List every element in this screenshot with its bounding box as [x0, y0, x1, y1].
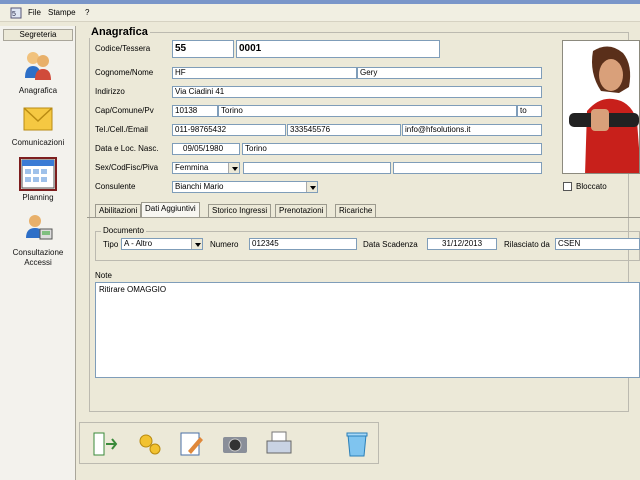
menu-bar: 5 File Stampe ? — [0, 4, 640, 22]
documento-title: Documento — [101, 226, 146, 235]
codice-prefix-field[interactable]: 55 — [172, 40, 234, 58]
sidebar-item-planning[interactable]: Planning — [0, 157, 76, 202]
tipo-value: A - Altro — [124, 239, 153, 248]
chevron-down-icon[interactable] — [306, 182, 317, 192]
tab-dati-aggiuntivi[interactable]: Dati Aggiuntivi — [141, 202, 200, 217]
envelope-icon — [23, 107, 53, 131]
tab-abilitazioni[interactable]: Abilitazioni — [95, 204, 142, 217]
chevron-down-icon[interactable] — [191, 239, 202, 249]
data-nascita-field[interactable]: 09/05/1980 — [172, 143, 240, 155]
cap-label: Cap/Comune/Pv — [95, 106, 154, 115]
anagrafica-title: Anagrafica — [89, 26, 150, 38]
calendar-icon — [19, 157, 57, 191]
consulente-select[interactable]: Bianchi Mario — [172, 181, 318, 193]
menu-file[interactable]: File — [28, 8, 41, 17]
bloccato-checkbox[interactable] — [563, 182, 572, 191]
codfisc-field[interactable] — [243, 162, 391, 174]
indirizzo-label: Indirizzo — [95, 87, 125, 96]
access-terminal-icon — [26, 215, 53, 240]
sidebar-item-label: Planning — [22, 193, 54, 202]
tipo-label: Tipo — [103, 240, 119, 249]
camera-icon[interactable] — [220, 429, 250, 459]
codice-label: Codice/Tessera — [95, 44, 151, 53]
edit-icon[interactable] — [176, 429, 206, 459]
cell-field[interactable]: 333545576 — [287, 124, 401, 136]
tab-prenotazioni[interactable]: Prenotazioni — [275, 204, 328, 217]
app-icon[interactable]: 5 — [10, 7, 22, 19]
codice-number-field[interactable]: 0001 — [236, 40, 440, 58]
scadenza-label: Data Scadenza — [363, 240, 418, 249]
rilasciato-label: Rilasciato da — [504, 240, 550, 249]
consulente-value: Bianchi Mario — [175, 182, 224, 191]
numero-field[interactable]: 012345 — [249, 238, 357, 250]
tab-ricariche[interactable]: Ricariche — [335, 204, 377, 217]
photo-image — [563, 41, 639, 173]
trash-icon[interactable] — [342, 429, 372, 459]
sex-label: Sex/CodFisc/Piva — [95, 163, 159, 172]
consulente-label: Consulente — [95, 182, 136, 191]
nascita-label: Data e Loc. Nasc. — [95, 144, 159, 153]
sidebar-item-comunicazioni[interactable]: Comunicazioni — [0, 104, 76, 147]
sidebar-title: Segreteria — [3, 29, 73, 41]
print-icon[interactable] — [264, 429, 294, 459]
comune-field[interactable]: Torino — [218, 105, 517, 117]
member-photo[interactable] — [562, 40, 640, 174]
cap-field[interactable]: 10138 — [172, 105, 218, 117]
tipo-select[interactable]: A - Altro — [121, 238, 203, 250]
provincia-field[interactable]: to — [517, 105, 542, 117]
cognome-field[interactable]: HF — [172, 67, 357, 79]
menu-help[interactable]: ? — [85, 8, 89, 17]
piva-field[interactable] — [393, 162, 542, 174]
tab-storico-ingressi[interactable]: Storico Ingressi — [208, 204, 272, 217]
numero-label: Numero — [210, 240, 239, 249]
email-field[interactable]: info@hfsolutions.it — [402, 124, 542, 136]
sesso-value: Femmina — [175, 163, 209, 172]
sidebar: Segreteria Anagrafica Comunicazioni Plan… — [0, 26, 76, 480]
rilasciato-field[interactable]: CSEN — [555, 238, 640, 250]
svg-text:5: 5 — [12, 11, 16, 18]
bloccato-label: Bloccato — [576, 182, 607, 191]
exit-icon[interactable] — [90, 429, 120, 459]
bottom-toolbar — [79, 422, 379, 464]
chevron-down-icon[interactable] — [228, 163, 239, 173]
sidebar-item-label: Comunicazioni — [11, 138, 65, 147]
sidebar-item-consultazione-accessi[interactable]: Consultazione Accessi — [0, 212, 76, 268]
tel-label: Tel./Cell./Email — [95, 125, 148, 134]
main-panel: Anagrafica Codice/Tessera 55 0001 Cognom… — [77, 26, 640, 480]
loc-nascita-field[interactable]: Torino — [242, 143, 542, 155]
tel-field[interactable]: 011-98765432 — [172, 124, 286, 136]
note-label: Note — [95, 271, 112, 280]
nome-field[interactable]: Gery — [357, 67, 542, 79]
sesso-select[interactable]: Femmina — [172, 162, 240, 174]
note-textarea[interactable]: Ritirare OMAGGIO — [95, 282, 640, 378]
cognome-label: Cognome/Nome — [95, 68, 154, 77]
users-icon — [25, 52, 51, 80]
settings-icon[interactable] — [134, 429, 164, 459]
scadenza-field[interactable]: 31/12/2013 — [427, 238, 497, 250]
menu-stampe[interactable]: Stampe — [48, 8, 76, 17]
sidebar-item-label: Anagrafica — [18, 86, 58, 95]
sidebar-item-label: Consultazione Accessi — [12, 248, 64, 267]
sidebar-item-anagrafica[interactable]: Anagrafica — [0, 48, 76, 95]
indirizzo-field[interactable]: Via Ciadini 41 — [172, 86, 542, 98]
